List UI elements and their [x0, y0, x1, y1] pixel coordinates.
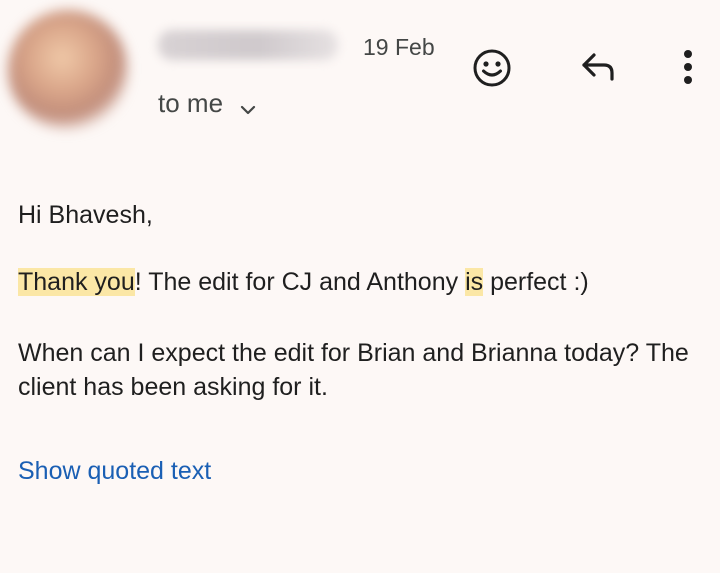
- show-quoted-text-link[interactable]: Show quoted text: [18, 457, 211, 486]
- highlighted-text: Thank you: [18, 268, 135, 296]
- message-header: 19 Feb to me: [0, 0, 720, 150]
- message-date: 19 Feb: [363, 34, 435, 60]
- reply-icon: [578, 46, 618, 91]
- message-greeting: Hi Bhavesh,: [18, 201, 153, 229]
- sender-avatar[interactable]: [8, 10, 128, 130]
- recipient-label: to me: [158, 88, 224, 118]
- highlighted-text: is: [465, 268, 484, 296]
- emoji-icon: [472, 48, 512, 93]
- reply-button[interactable]: [574, 44, 622, 92]
- message-paragraph-2: When can I expect the edit for Brian and…: [18, 339, 689, 401]
- message-text: ! The edit for CJ and Anthony: [134, 268, 466, 296]
- sender-name-redacted: [158, 30, 338, 60]
- add-reaction-button[interactable]: [468, 46, 516, 94]
- chevron-down-icon: [239, 95, 257, 114]
- message-text: perfect :): [483, 268, 589, 296]
- more-vert-icon: [682, 46, 694, 91]
- message-line-1: Thank you! The edit for CJ and Anthony i…: [18, 265, 589, 299]
- more-options-button[interactable]: [664, 44, 712, 92]
- recipient-details-toggle[interactable]: to me: [158, 88, 257, 119]
